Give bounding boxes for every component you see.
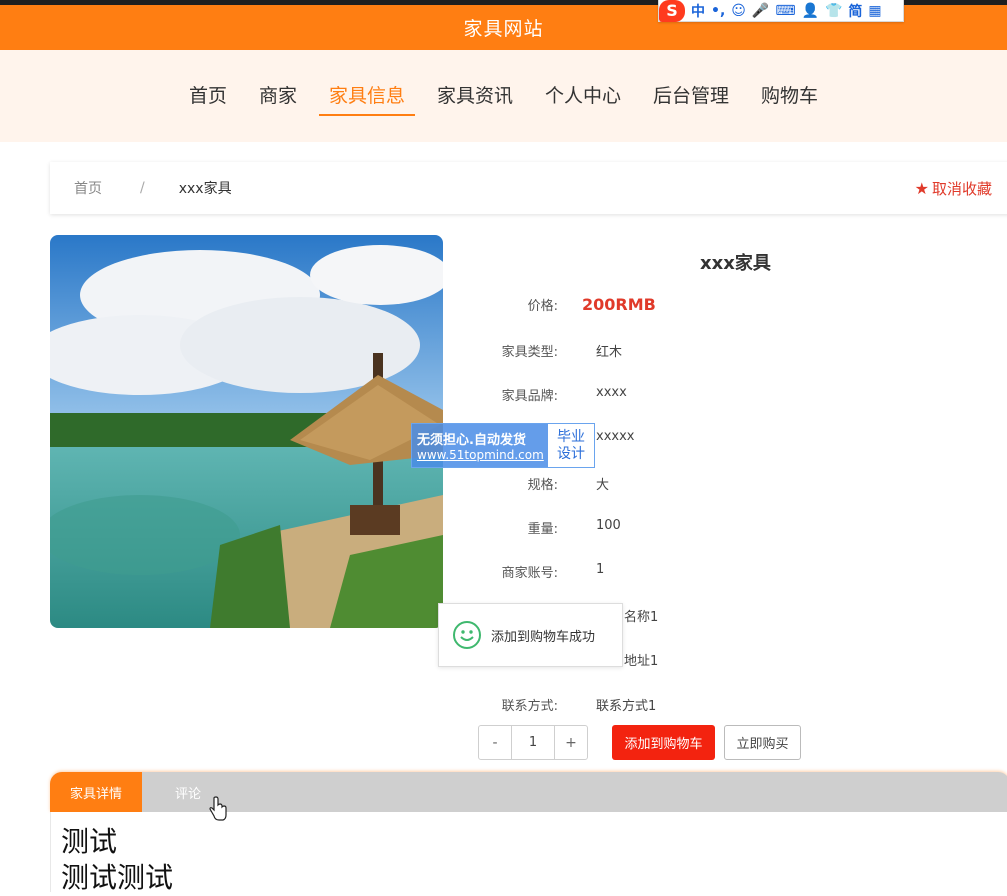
field-value: 大 bbox=[596, 478, 610, 493]
field-merchant-account: 商家账号: 1 bbox=[450, 562, 970, 586]
unfavorite-button[interactable]: ★ 取消收藏 bbox=[915, 162, 992, 214]
smile-icon bbox=[453, 621, 481, 649]
watermark-link: www.51topmind.com bbox=[417, 448, 544, 462]
field-label: 重量: bbox=[527, 522, 558, 537]
ime-menu-icon[interactable]: ▦ bbox=[868, 3, 881, 19]
main-nav: 首页 商家 家具信息 家具资讯 个人中心 后台管理 购物车 bbox=[0, 50, 1007, 142]
nav-item-home[interactable]: 首页 bbox=[179, 76, 237, 116]
nav-item-cart[interactable]: 购物车 bbox=[751, 76, 828, 116]
site-title: 家具网站 bbox=[463, 18, 544, 40]
nav-item-furniture-info[interactable]: 家具信息 bbox=[318, 76, 415, 116]
ime-toolbar[interactable]: S 中 •, ☺ 🎤 ⌨ 👤 👕 简 ▦ bbox=[658, 0, 904, 22]
quantity-decrease-button[interactable]: - bbox=[479, 726, 511, 759]
quantity-stepper: - 1 + bbox=[478, 725, 588, 760]
product-image bbox=[50, 235, 443, 628]
watermark-overlay: 无须担心.自动发货 www.51topmind.com 毕业 设计 bbox=[411, 423, 595, 468]
field-label: 家具品牌: bbox=[501, 389, 558, 404]
field-value: 联系方式1 bbox=[596, 699, 657, 714]
field-value: 地址1 bbox=[624, 654, 659, 669]
field-label: 价格: bbox=[527, 299, 558, 314]
star-icon: ★ bbox=[914, 178, 929, 198]
field-value: 名称1 bbox=[624, 610, 659, 625]
field-label: 家具类型: bbox=[501, 345, 558, 360]
watermark-badge1: 毕业 bbox=[557, 428, 585, 445]
ime-simplified-toggle[interactable]: 简 bbox=[848, 1, 862, 21]
ime-user-icon[interactable]: 👤 bbox=[802, 3, 819, 19]
tab-furniture-detail[interactable]: 家具详情 bbox=[50, 772, 142, 812]
nav-item-personal-center[interactable]: 个人中心 bbox=[535, 76, 631, 116]
watermark-text: 无须担心.自动发货 www.51topmind.com bbox=[412, 424, 548, 467]
field-value: 100 bbox=[596, 518, 621, 533]
quantity-increase-button[interactable]: + bbox=[555, 726, 587, 759]
field-label: 商家账号: bbox=[501, 566, 558, 581]
field-label: 规格: bbox=[527, 478, 558, 493]
field-furniture-type: 家具类型: 红木 bbox=[450, 341, 970, 365]
breadcrumb-current: xxx家具 bbox=[178, 181, 232, 197]
hand-cursor-icon bbox=[208, 796, 228, 822]
toast-text: 添加到购物车成功 bbox=[491, 629, 596, 645]
detail-content: 测试 测试测试 bbox=[50, 812, 1007, 894]
quantity-input[interactable]: 1 bbox=[511, 726, 555, 759]
field-price: 价格: 200RMB bbox=[450, 295, 970, 319]
buy-now-button[interactable]: 立即购买 bbox=[724, 725, 801, 760]
field-furniture-brand: 家具品牌: xxxx bbox=[450, 385, 970, 409]
watermark-badge: 毕业 设计 bbox=[548, 424, 594, 467]
watermark-badge2: 设计 bbox=[557, 445, 585, 462]
ime-punctuation-icon[interactable]: •, bbox=[711, 3, 725, 19]
field-value: 1 bbox=[596, 562, 605, 577]
add-to-cart-button[interactable]: 添加到购物车 bbox=[612, 725, 715, 760]
detail-tabs: 家具详情 评论 bbox=[50, 772, 1007, 812]
product-info: xxx家具 价格: 200RMB 家具类型: 红木 家具品牌: xxxx xxx… bbox=[450, 235, 1007, 765]
product-title: xxx家具 bbox=[700, 253, 771, 274]
ime-logo-icon[interactable]: S bbox=[659, 0, 685, 22]
ime-keyboard-icon[interactable]: ⌨ bbox=[775, 3, 795, 19]
unfavorite-label: 取消收藏 bbox=[931, 179, 992, 198]
nav-item-furniture-news[interactable]: 家具资讯 bbox=[427, 76, 523, 116]
breadcrumb: 首页 / xxx家具 ★ 取消收藏 bbox=[50, 162, 1007, 214]
nav-item-admin[interactable]: 后台管理 bbox=[643, 76, 739, 116]
field-label: 联系方式: bbox=[501, 699, 558, 714]
nav-item-merchants[interactable]: 商家 bbox=[249, 76, 307, 116]
ime-emoji-icon[interactable]: ☺ bbox=[731, 3, 746, 19]
ime-chinese-mode[interactable]: 中 bbox=[691, 1, 705, 21]
price-value: 200RMB bbox=[582, 295, 656, 314]
field-value: 红木 bbox=[596, 345, 623, 360]
watermark-line1: 无须担心.自动发货 bbox=[417, 433, 526, 448]
product-photo bbox=[50, 235, 443, 628]
ime-voice-icon[interactable]: 🎤 bbox=[752, 3, 769, 19]
detail-line: 测试 bbox=[61, 825, 118, 858]
field-contact: 联系方式: 联系方式1 bbox=[450, 695, 970, 719]
ime-skin-icon[interactable]: 👕 bbox=[825, 3, 842, 19]
breadcrumb-separator: / bbox=[140, 180, 145, 196]
toast-message: 添加到购物车成功 bbox=[438, 603, 623, 667]
field-value: xxxx bbox=[596, 385, 627, 400]
field-value: xxxxx bbox=[596, 429, 635, 444]
nav-bar: 首页 商家 家具信息 家具资讯 个人中心 后台管理 购物车 bbox=[0, 50, 1007, 142]
field-weight: 重量: 100 bbox=[450, 518, 970, 542]
field-spec: 规格: 大 bbox=[450, 474, 970, 498]
breadcrumb-home[interactable]: 首页 bbox=[74, 178, 102, 198]
